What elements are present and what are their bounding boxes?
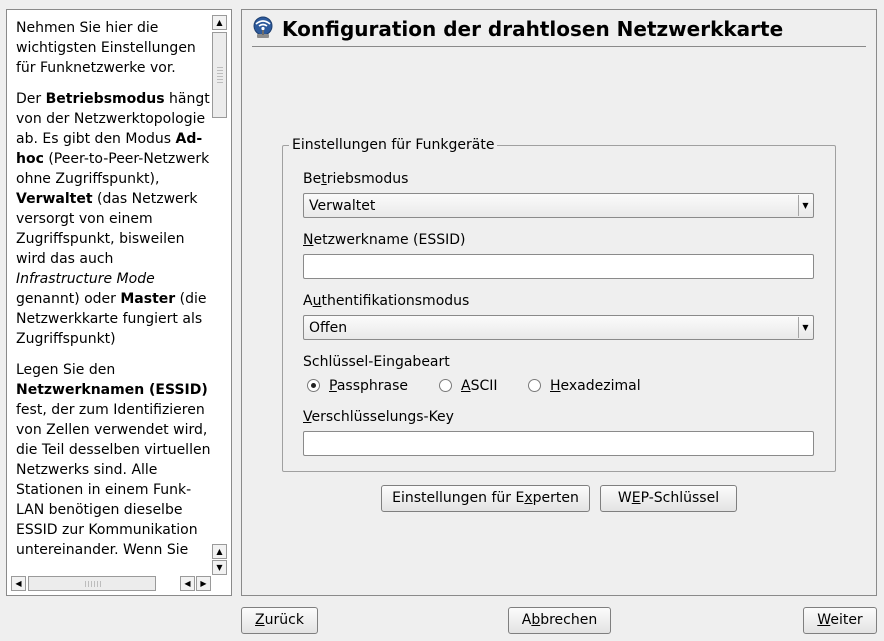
help-text-span: genannt) oder (16, 291, 121, 307)
radio-ascii-label: ASCII (461, 378, 498, 394)
help-paragraph: Legen Sie den Netzwerknamen (ESSID) fest… (16, 360, 212, 560)
chevron-down-icon[interactable]: ▼ (798, 195, 812, 216)
grip-icon (217, 67, 223, 85)
help-text-span: (Peer-to-Peer-Netzwerk ohne Zugriffspunk… (16, 151, 210, 187)
scroll-up-arrow-icon[interactable]: ▲ (212, 15, 227, 30)
operation-mode-label: Betriebsmodus (303, 171, 409, 187)
key-input-type-label: Schlüssel-Eingabeart (303, 354, 450, 370)
help-term-infrastructure: Infrastructure Mode (16, 271, 155, 287)
encryption-key-input[interactable] (303, 431, 814, 456)
radio-settings-group: Einstellungen für Funkgeräte Betriebsmod… (282, 136, 836, 472)
help-term-master: Master (120, 291, 176, 307)
group-legend: Einstellungen für Funkgeräte (289, 136, 498, 154)
auth-mode-label: Authentifikationsmodus (303, 293, 470, 309)
essid-label: Netzwerkname (ESSID) (303, 232, 466, 248)
chevron-down-icon[interactable]: ▼ (798, 317, 812, 338)
help-paragraph: Nehmen Sie hier die wichtigsten Einstell… (16, 18, 212, 78)
wep-keys-button[interactable]: WEP-Schlüssel (600, 485, 737, 512)
radio-unselected-icon[interactable] (528, 379, 541, 392)
main-panel: Konfiguration der drahtlosen Netzwerkkar… (241, 9, 877, 596)
next-button[interactable]: Weiter (803, 607, 877, 634)
help-term-essid: Netzwerknamen (ESSID) (16, 382, 208, 398)
scroll-left-arrow-icon[interactable]: ◀ (11, 576, 26, 591)
auth-mode-value: Offen (309, 320, 348, 336)
help-text-span: Nehmen Sie hier die wichtigsten Einstell… (16, 20, 196, 76)
help-horizontal-scrollbar[interactable]: ◀ ◀ ▶ (11, 576, 225, 591)
scroll-left-arrow-icon[interactable]: ◀ (180, 576, 195, 591)
operation-mode-value: Verwaltet (309, 198, 376, 214)
scrollbar-thumb[interactable] (28, 576, 156, 591)
help-text-span: Der (16, 91, 46, 107)
page-title: Konfiguration der drahtlosen Netzwerkkar… (282, 17, 784, 41)
radio-dot-icon (311, 383, 316, 388)
expert-settings-button[interactable]: Einstellungen für Experten (381, 485, 590, 512)
help-text-span: fest, der zum Identifizieren von Zellen … (16, 402, 211, 558)
radio-hexadecimal-label: Hexadezimal (550, 378, 641, 394)
help-text: Nehmen Sie hier die wichtigsten Einstell… (16, 18, 212, 578)
radio-passphrase-label: Passphrase (329, 378, 408, 394)
essid-input[interactable] (303, 254, 814, 279)
help-pane: Nehmen Sie hier die wichtigsten Einstell… (6, 9, 232, 596)
title-divider (252, 46, 866, 47)
help-paragraph: Der Betriebsmodus hängt von der Netzwerk… (16, 89, 212, 349)
auth-mode-select[interactable]: Offen ▼ (303, 315, 814, 340)
encryption-key-label: Verschlüsselungs-Key (303, 409, 454, 425)
abort-button[interactable]: Abbrechen (508, 607, 611, 634)
help-text-span: Legen Sie den (16, 362, 116, 378)
scroll-up-arrow-icon[interactable]: ▲ (212, 544, 227, 559)
wireless-network-icon (253, 16, 273, 38)
help-term-verwaltet: Verwaltet (16, 191, 93, 207)
help-vertical-scrollbar[interactable]: ▲ ▲ ▼ (212, 15, 227, 576)
back-button[interactable]: Zurück (241, 607, 318, 634)
help-term-betriebsmodus: Betriebsmodus (45, 91, 165, 107)
radio-unselected-icon[interactable] (439, 379, 452, 392)
scroll-down-arrow-icon[interactable]: ▼ (212, 560, 227, 575)
radio-selected-icon[interactable] (307, 379, 320, 392)
grip-icon (85, 581, 103, 587)
operation-mode-select[interactable]: Verwaltet ▼ (303, 193, 814, 218)
scrollbar-thumb[interactable] (212, 32, 227, 118)
scroll-right-arrow-icon[interactable]: ▶ (196, 576, 211, 591)
